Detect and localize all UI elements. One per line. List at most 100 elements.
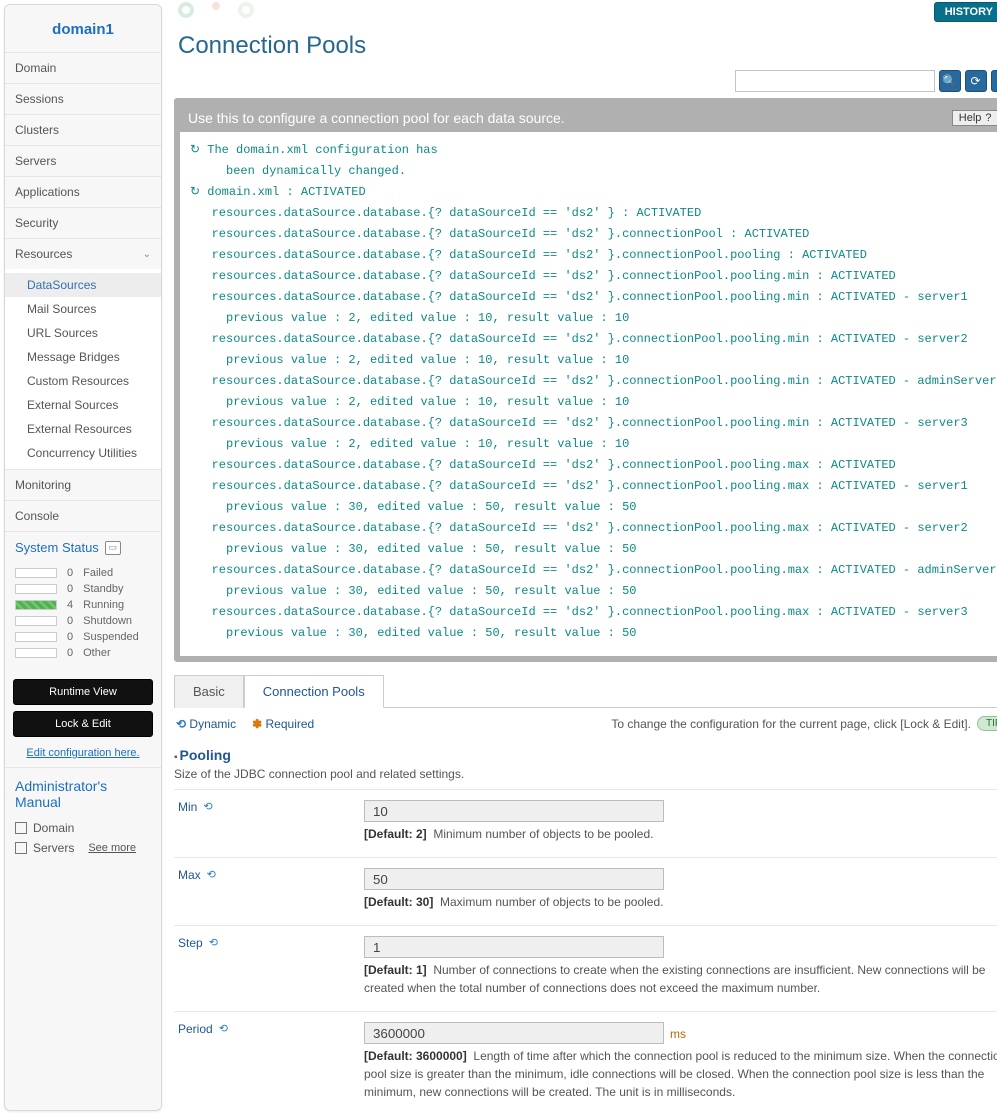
log-line: resources.dataSource.database.{? dataSou… xyxy=(190,266,997,287)
log-line: been dynamically changed. xyxy=(190,161,997,182)
log-line: resources.dataSource.database.{? dataSou… xyxy=(190,476,997,497)
min-input[interactable] xyxy=(364,800,664,822)
section-subtitle: Size of the JDBC connection pool and rel… xyxy=(174,765,997,789)
status-row: 0Suspended xyxy=(15,629,151,645)
dynamic-icon: ⟲ xyxy=(176,717,186,731)
nav-security[interactable]: Security xyxy=(5,207,161,238)
see-more-link[interactable]: See more xyxy=(88,842,136,854)
section-icon: ▪ xyxy=(174,752,178,763)
dynamic-icon: ⟲ xyxy=(209,936,218,949)
nav-resources[interactable]: Resources ⌄ xyxy=(5,238,161,269)
nav-clusters[interactable]: Clusters xyxy=(5,114,161,145)
panel-title: Use this to configure a connection pool … xyxy=(188,110,565,126)
period-unit: ms xyxy=(670,1027,686,1041)
log-line: resources.dataSource.database.{? dataSou… xyxy=(190,518,997,539)
period-input[interactable] xyxy=(364,1022,664,1044)
step-label: Step xyxy=(178,936,203,950)
sub-externalresources[interactable]: External Resources xyxy=(5,417,161,441)
tabs: Basic Connection Pools xyxy=(174,674,997,708)
field-period: Period⟲ ms [Default: 3600000] Length of … xyxy=(174,1011,997,1115)
log-line: resources.dataSource.database.{? dataSou… xyxy=(190,203,997,224)
nav-servers[interactable]: Servers xyxy=(5,145,161,176)
max-label: Max xyxy=(178,868,201,882)
sub-concurrency[interactable]: Concurrency Utilities xyxy=(5,441,161,465)
manual-title: Administrator's Manual xyxy=(15,778,151,810)
status-count: 0 xyxy=(67,647,73,659)
status-bar xyxy=(15,584,57,594)
sub-mailsources[interactable]: Mail Sources xyxy=(5,297,161,321)
system-status-title: System Status xyxy=(15,540,99,555)
sub-externalsources[interactable]: External Sources xyxy=(5,393,161,417)
log-line: previous value : 2, edited value : 10, r… xyxy=(190,434,997,455)
min-label: Min xyxy=(178,800,197,814)
status-label: Failed xyxy=(83,567,113,579)
dynamic-icon: ⟲ xyxy=(207,868,216,881)
period-label: Period xyxy=(178,1022,213,1036)
nav-applications[interactable]: Applications xyxy=(5,176,161,207)
max-input[interactable] xyxy=(364,868,664,890)
log-line: previous value : 30, edited value : 50, … xyxy=(190,539,997,560)
nav-monitoring[interactable]: Monitoring xyxy=(5,469,161,500)
sub-customresources[interactable]: Custom Resources xyxy=(5,369,161,393)
status-count: 4 xyxy=(67,599,73,611)
period-default: [Default: 3600000] xyxy=(364,1049,467,1063)
legend: ⟲ Dynamic ✽ Required xyxy=(176,717,314,731)
log-line: previous value : 30, edited value : 50, … xyxy=(190,497,997,518)
step-hint: Number of connections to create when the… xyxy=(364,963,985,995)
sub-urlsources[interactable]: URL Sources xyxy=(5,321,161,345)
status-label: Standby xyxy=(83,583,123,595)
status-count: 0 xyxy=(67,631,73,643)
nav-sessions[interactable]: Sessions xyxy=(5,83,161,114)
help-icon: ? xyxy=(985,112,991,124)
system-status-header: System Status ▭ xyxy=(5,531,161,561)
sub-datasources[interactable]: DataSources xyxy=(5,273,161,297)
log-line: resources.dataSource.database.{? dataSou… xyxy=(190,602,997,623)
lock-edit-button[interactable]: Lock & Edit xyxy=(13,711,153,737)
log-line: previous value : 2, edited value : 10, r… xyxy=(190,392,997,413)
search-input[interactable] xyxy=(735,70,935,92)
tip-line: To change the configuration for the curr… xyxy=(611,716,997,731)
section-title-text: Pooling xyxy=(180,747,231,763)
edit-config-link[interactable]: Edit configuration here. xyxy=(5,745,161,767)
domain-title[interactable]: domain1 xyxy=(5,9,161,52)
dynamic-icon: ⟲ xyxy=(219,1022,228,1035)
legend-dynamic: Dynamic xyxy=(189,717,236,731)
decorative-dots xyxy=(178,2,254,18)
status-count: 0 xyxy=(67,583,73,595)
history-button[interactable]: HISTORY ▾ xyxy=(934,2,997,22)
nav-console[interactable]: Console xyxy=(5,500,161,531)
min-default: [Default: 2] xyxy=(364,827,427,841)
nav-resources-label: Resources xyxy=(15,247,72,261)
log-line: previous value : 30, edited value : 50, … xyxy=(190,623,997,644)
step-input[interactable] xyxy=(364,936,664,958)
log-line: ↻ The domain.xml configuration has xyxy=(190,140,997,161)
tip-text: To change the configuration for the curr… xyxy=(611,717,971,731)
log-line: resources.dataSource.database.{? dataSou… xyxy=(190,287,997,308)
section-title: ▪Pooling xyxy=(174,745,997,765)
admin-manual: Administrator's Manual Domain Servers See… xyxy=(5,767,161,868)
help-button[interactable]: Help? xyxy=(952,110,997,126)
nav-domain[interactable]: Domain xyxy=(5,52,161,83)
manual-servers[interactable]: Servers See more xyxy=(15,838,151,858)
log-line: resources.dataSource.database.{? dataSou… xyxy=(190,329,997,350)
status-bar xyxy=(15,632,57,642)
dynamic-icon: ⟲ xyxy=(203,800,212,813)
export-icon[interactable]: ⇱ xyxy=(991,70,997,92)
search-icon[interactable]: 🔍 xyxy=(939,70,961,92)
system-status: 0Failed0Standby4Running0Shutdown0Suspend… xyxy=(5,561,161,671)
runtime-view-button[interactable]: Runtime View xyxy=(13,679,153,705)
sub-messagebridges[interactable]: Message Bridges xyxy=(5,345,161,369)
log-line: resources.dataSource.database.{? dataSou… xyxy=(190,413,997,434)
tab-basic[interactable]: Basic xyxy=(174,675,244,708)
manual-servers-label: Servers xyxy=(33,841,74,855)
status-bar xyxy=(15,568,57,578)
sidebar: domain1 Domain Sessions Clusters Servers… xyxy=(4,4,162,1111)
log-line: previous value : 2, edited value : 10, r… xyxy=(190,350,997,371)
history-label: HISTORY xyxy=(945,6,993,18)
manual-domain[interactable]: Domain xyxy=(15,818,151,838)
status-meter-icon: ▭ xyxy=(105,541,121,555)
tip-badge: TIP xyxy=(977,716,997,731)
refresh-icon[interactable]: ⟳ xyxy=(965,70,987,92)
tab-connection-pools[interactable]: Connection Pools xyxy=(244,675,384,708)
manual-domain-label: Domain xyxy=(33,821,74,835)
